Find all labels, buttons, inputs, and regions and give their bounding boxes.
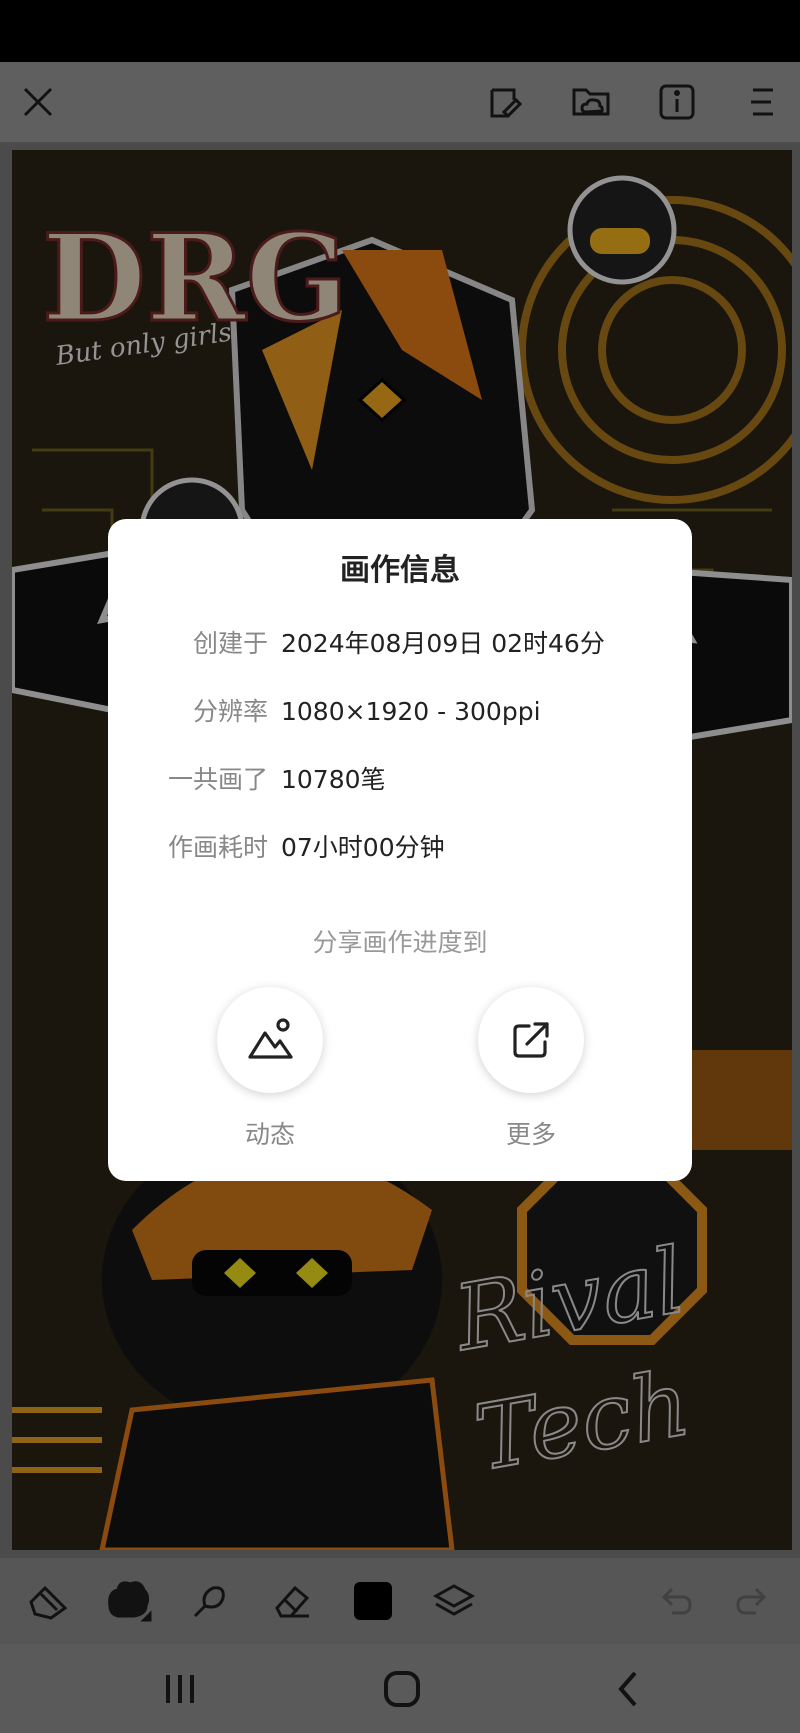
status-bar: [0, 0, 800, 62]
info-label: 创建于: [192, 629, 268, 658]
share-moments-button[interactable]: [217, 987, 323, 1093]
info-row-created: 创建于 2024年08月09日 02时46分: [108, 624, 692, 664]
recent-apps-button[interactable]: [150, 1664, 210, 1714]
share-section-title: 分享画作进度到: [312, 928, 488, 957]
info-value: 2024年08月09日 02时46分: [281, 629, 605, 658]
info-row-drawing-time: 作画耗时 07小时00分钟: [108, 828, 692, 868]
share-more-label: 更多: [505, 1120, 556, 1149]
info-row-resolution: 分辨率 1080×1920 - 300ppi: [108, 692, 692, 732]
share-moments-label: 动态: [244, 1120, 295, 1149]
info-row-strokes: 一共画了 10780笔: [108, 760, 692, 800]
info-value: 10780笔: [281, 765, 386, 794]
info-value: 07小时00分钟: [281, 833, 445, 862]
external-share-icon: [513, 1022, 549, 1058]
home-icon: [384, 1671, 420, 1707]
dialog-title: 画作信息: [340, 553, 460, 588]
home-button[interactable]: [372, 1664, 432, 1714]
info-value: 1080×1920 - 300ppi: [281, 697, 541, 726]
artwork-info-dialog: 画作信息 创建于 2024年08月09日 02时46分 分辨率 1080×192…: [108, 519, 692, 1181]
info-label: 分辨率: [192, 697, 268, 726]
info-label: 一共画了: [167, 765, 268, 794]
recent-apps-icon: [166, 1675, 194, 1703]
back-icon: [618, 1671, 637, 1707]
info-label: 作画耗时: [167, 833, 268, 862]
moments-icon: [248, 1018, 293, 1059]
back-button[interactable]: [598, 1664, 658, 1714]
system-navigation-bar: [0, 1644, 800, 1733]
share-more-button[interactable]: [478, 987, 584, 1093]
